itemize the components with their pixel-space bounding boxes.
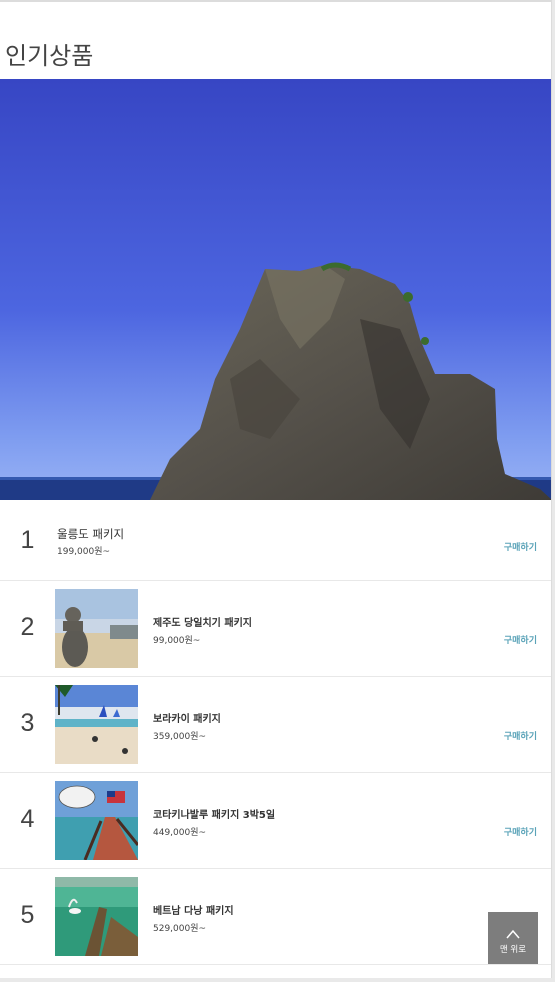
buy-button[interactable]: 구매하기 bbox=[504, 825, 537, 838]
product-thumbnail[interactable] bbox=[55, 589, 138, 668]
popular-products-panel: 인기상품 1 울릉도 패키지 199,000원~ 구매하기 2 제주도 당일치기… bbox=[0, 0, 552, 978]
rank-number: 3 bbox=[20, 709, 35, 737]
product-price: 449,000원~ bbox=[153, 828, 207, 838]
product-name[interactable]: 울릉도 패키지 bbox=[57, 526, 124, 542]
buy-button[interactable]: 구매하기 bbox=[504, 633, 537, 646]
buy-button[interactable]: 구매하기 bbox=[504, 729, 537, 742]
product-row-5[interactable]: 5 베트남 다낭 패키지 529,000원~ bbox=[0, 869, 551, 965]
product-row-3[interactable]: 3 보라카이 패키지 359,000원~ 구매하기 bbox=[0, 677, 551, 773]
product-ranking-list: 1 울릉도 패키지 199,000원~ 구매하기 2 제주도 당일치기 패키지 … bbox=[0, 500, 551, 965]
product-price: 359,000원~ bbox=[153, 732, 207, 742]
product-thumbnail[interactable] bbox=[55, 877, 138, 956]
buy-button[interactable]: 구매하기 bbox=[504, 540, 537, 553]
product-name[interactable]: 보라카이 패키지 bbox=[153, 710, 221, 725]
rank-number: 2 bbox=[20, 613, 35, 641]
product-row-2[interactable]: 2 제주도 당일치기 패키지 99,000원~ 구매하기 bbox=[0, 581, 551, 677]
scroll-to-top-label: 맨 위로 bbox=[499, 945, 527, 955]
product-row-1[interactable]: 1 울릉도 패키지 199,000원~ 구매하기 bbox=[0, 500, 551, 581]
product-thumbnail[interactable] bbox=[55, 685, 138, 764]
product-thumbnail[interactable] bbox=[55, 781, 138, 860]
section-title: 인기상품 bbox=[5, 42, 94, 70]
product-name[interactable]: 제주도 당일치기 패키지 bbox=[153, 614, 252, 629]
rank-number: 4 bbox=[20, 805, 35, 833]
product-row-4[interactable]: 4 코타키나발루 패키지 3박5일 449,000원~ 구매하기 bbox=[0, 773, 551, 869]
product-price: 199,000원~ bbox=[57, 547, 111, 557]
product-price: 99,000원~ bbox=[153, 636, 201, 646]
rank-number: 1 bbox=[20, 526, 35, 554]
hero-banner-image[interactable] bbox=[0, 79, 551, 500]
rank-number: 5 bbox=[20, 901, 35, 929]
scroll-to-top-button[interactable]: 맨 위로 bbox=[488, 912, 538, 964]
chevron-up-icon bbox=[506, 924, 520, 943]
product-name[interactable]: 코타키나발루 패키지 3박5일 bbox=[153, 806, 275, 821]
product-name[interactable]: 베트남 다낭 패키지 bbox=[153, 902, 234, 917]
product-price: 529,000원~ bbox=[153, 924, 207, 934]
